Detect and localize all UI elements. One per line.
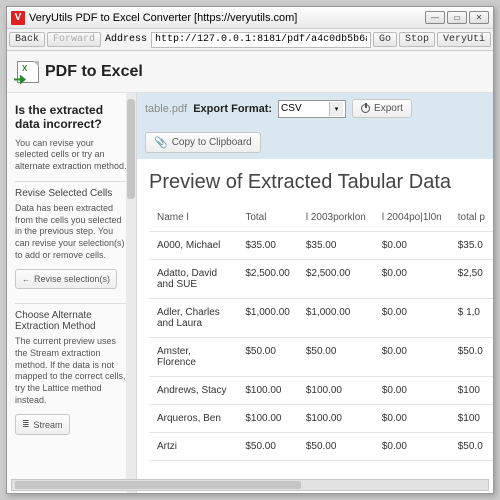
- table-cell: $0.00: [374, 299, 450, 338]
- table-cell: $100: [450, 377, 493, 405]
- table-cell: $100: [450, 405, 493, 433]
- column-header: Total: [237, 204, 298, 232]
- export-button[interactable]: Export: [352, 99, 412, 118]
- sidebar-heading: Is the extracted data incorrect?: [15, 103, 128, 132]
- title-bar: V VeryUtils PDF to Excel Converter [http…: [7, 7, 493, 29]
- table-cell: $100.00: [237, 405, 298, 433]
- column-header: Name l: [149, 204, 237, 232]
- export-format-value: CSV: [281, 103, 302, 114]
- table-cell: Adler, Charles and Laura: [149, 299, 237, 338]
- address-label: Address: [103, 34, 149, 45]
- revise-button-label: Revise selection(s): [34, 274, 110, 284]
- table-cell: $50.00: [237, 338, 298, 377]
- table-cell: $1,000.00: [237, 299, 298, 338]
- table-row[interactable]: A000, Michael$35.00$35.00$0.00$35.0: [149, 232, 493, 260]
- table-cell: Adatto, David and SUE: [149, 260, 237, 299]
- table-row[interactable]: Amster, Florence$50.00$50.00$0.00$50.0: [149, 338, 493, 377]
- revise-section-title: Revise Selected Cells: [15, 188, 128, 199]
- table-cell: $35.00: [237, 232, 298, 260]
- table-cell: $2,50: [450, 260, 493, 299]
- list-icon: ≣: [22, 419, 30, 430]
- table-cell: Andrews, Stacy: [149, 377, 237, 405]
- copy-clipboard-button[interactable]: 📎 Copy to Clipboard: [145, 132, 261, 153]
- table-row[interactable]: Artzi$50.00$50.00$0.00$50.0: [149, 433, 493, 461]
- table-cell: Arqueros, Ben: [149, 405, 237, 433]
- column-header: l 2003porklon: [298, 204, 374, 232]
- table-cell: $50.00: [298, 338, 374, 377]
- table-row[interactable]: Andrews, Stacy$100.00$100.00$0.00$100: [149, 377, 493, 405]
- table-cell: $0.00: [374, 232, 450, 260]
- app-icon: V: [11, 11, 25, 25]
- table-cell: $50.00: [298, 433, 374, 461]
- table-cell: $100.00: [237, 377, 298, 405]
- content-area: X PDF to Excel Is the extracted data inc…: [7, 51, 493, 493]
- alt-method-title: Choose Alternate Extraction Method: [15, 310, 128, 332]
- window-title: VeryUtils PDF to Excel Converter [https:…: [29, 12, 425, 24]
- table-cell: $100.00: [298, 377, 374, 405]
- sidebar-scrollbar[interactable]: [126, 93, 136, 493]
- column-header: l 2004po|1l0n: [374, 204, 450, 232]
- table-cell: Artzi: [149, 433, 237, 461]
- minimize-button[interactable]: —: [425, 11, 445, 24]
- table-cell: $50.0: [450, 338, 493, 377]
- sidebar-intro-text: You can revise your selected cells or tr…: [15, 138, 128, 173]
- data-table-wrap: Name lTotall 2003porklonl 2004po|1l0ntot…: [137, 204, 493, 493]
- column-header: total p: [450, 204, 493, 232]
- table-cell: $ 1,0: [450, 299, 493, 338]
- table-cell: $0.00: [374, 260, 450, 299]
- header-strip: X PDF to Excel: [7, 51, 493, 93]
- table-cell: $50.00: [237, 433, 298, 461]
- power-icon: [361, 104, 370, 113]
- stream-button-label: Stream: [34, 420, 63, 430]
- preview-heading: Preview of Extracted Tabular Data: [137, 159, 493, 204]
- sidebar: Is the extracted data incorrect? You can…: [7, 93, 137, 493]
- table-cell: $1,000.00: [298, 299, 374, 338]
- export-format-select[interactable]: CSV ▾: [278, 100, 346, 118]
- table-cell: $2,500.00: [237, 260, 298, 299]
- paperclip-icon: 📎: [154, 136, 168, 149]
- table-cell: A000, Michael: [149, 232, 237, 260]
- data-table: Name lTotall 2003porklonl 2004po|1l0ntot…: [149, 204, 493, 461]
- brand-button[interactable]: VeryUti: [437, 32, 491, 47]
- stop-button[interactable]: Stop: [399, 32, 435, 47]
- table-cell: Amster, Florence: [149, 338, 237, 377]
- export-toolbar: table.pdf Export Format: CSV ▾ Export 📎 …: [137, 93, 493, 159]
- revise-section-text: Data has been extracted from the cells y…: [15, 203, 128, 261]
- table-cell: $0.00: [374, 377, 450, 405]
- copy-button-label: Copy to Clipboard: [172, 137, 252, 148]
- source-file-label: table.pdf: [145, 103, 187, 115]
- app-window: V VeryUtils PDF to Excel Converter [http…: [6, 6, 494, 494]
- table-row[interactable]: Arqueros, Ben$100.00$100.00$0.00$100: [149, 405, 493, 433]
- export-format-label: Export Format:: [193, 103, 272, 115]
- table-cell: $35.00: [298, 232, 374, 260]
- table-cell: $0.00: [374, 405, 450, 433]
- main-panel: table.pdf Export Format: CSV ▾ Export 📎 …: [137, 93, 493, 493]
- close-button[interactable]: ✕: [469, 11, 489, 24]
- brand-title: PDF to Excel: [45, 63, 143, 81]
- table-cell: $2,500.00: [298, 260, 374, 299]
- forward-button[interactable]: Forward: [47, 32, 101, 47]
- table-cell: $35.0: [450, 232, 493, 260]
- pdf-to-excel-icon: X: [17, 61, 39, 83]
- table-cell: $100.00: [298, 405, 374, 433]
- address-input[interactable]: [151, 32, 371, 48]
- export-button-label: Export: [374, 103, 403, 114]
- revise-selection-button[interactable]: ← Revise selection(s): [15, 269, 117, 289]
- table-cell: $0.00: [374, 338, 450, 377]
- horizontal-scrollbar[interactable]: [11, 479, 489, 491]
- maximize-button[interactable]: ▭: [447, 11, 467, 24]
- back-arrow-icon: ←: [22, 275, 30, 284]
- back-button[interactable]: Back: [9, 32, 45, 47]
- table-cell: $50.0: [450, 433, 493, 461]
- go-button[interactable]: Go: [373, 32, 397, 47]
- address-bar: Back Forward Address Go Stop VeryUti: [7, 29, 493, 51]
- chevron-down-icon: ▾: [329, 102, 343, 116]
- stream-method-button[interactable]: ≣ Stream: [15, 414, 70, 435]
- table-cell: $0.00: [374, 433, 450, 461]
- table-row[interactable]: Adatto, David and SUE$2,500.00$2,500.00$…: [149, 260, 493, 299]
- table-row[interactable]: Adler, Charles and Laura$1,000.00$1,000.…: [149, 299, 493, 338]
- alt-method-text: The current preview uses the Stream extr…: [15, 336, 128, 406]
